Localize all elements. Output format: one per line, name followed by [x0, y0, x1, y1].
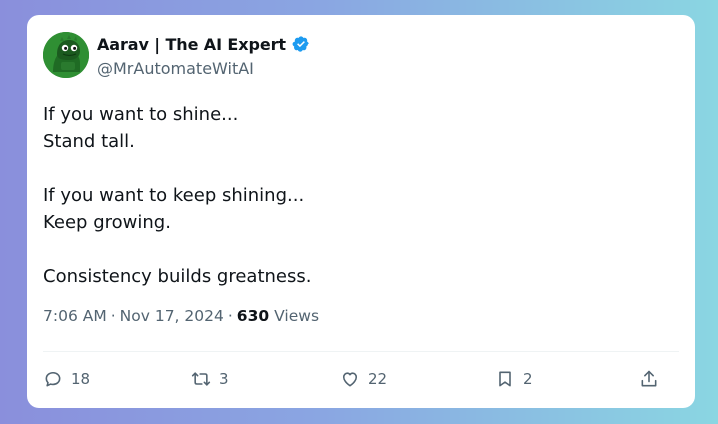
author-name-row: Aarav | The AI Expert [97, 33, 310, 55]
retweet-button[interactable]: 3 [191, 369, 229, 389]
like-count: 22 [368, 370, 388, 388]
avatar[interactable] [43, 32, 89, 78]
tweet-time[interactable]: 7:06 AM [43, 307, 107, 325]
tweet-line: Keep growing. [43, 212, 171, 233]
meta-separator: · [110, 307, 116, 325]
reply-button[interactable]: 18 [43, 369, 90, 389]
like-button[interactable]: 22 [340, 369, 387, 389]
tweet-meta: 7:06 AM · Nov 17, 2024 · 630 Views [43, 307, 319, 325]
author-name[interactable]: Aarav | The AI Expert [97, 35, 286, 54]
bookmark-button[interactable]: 2 [495, 369, 533, 389]
retweet-icon [191, 369, 211, 389]
share-icon [639, 369, 659, 389]
heart-icon [340, 369, 360, 389]
dinosaur-avatar-icon [43, 32, 89, 78]
tweet-line: If you want to keep shining... [43, 185, 305, 206]
divider [43, 351, 679, 352]
views-label: Views [274, 307, 320, 325]
action-bar: 18 3 22 2 [27, 369, 695, 393]
bookmark-count: 2 [523, 370, 533, 388]
share-button[interactable] [639, 369, 659, 389]
tweet-line: Stand tall. [43, 131, 135, 152]
tweet-line: Consistency builds greatness. [43, 266, 312, 287]
tweet-text: If you want to shine... Stand tall. If y… [43, 101, 663, 290]
meta-separator: · [227, 307, 233, 325]
tweet-date[interactable]: Nov 17, 2024 [120, 307, 224, 325]
tweet-line: If you want to shine... [43, 104, 239, 125]
tweet-card: Aarav | The AI Expert @MrAutomateWitAI I… [27, 15, 695, 408]
author-handle[interactable]: @MrAutomateWitAI [97, 59, 254, 78]
bookmark-icon [495, 369, 515, 389]
reply-count: 18 [71, 370, 91, 388]
reply-icon [43, 369, 63, 389]
verified-badge-icon [292, 35, 310, 53]
retweet-count: 3 [219, 370, 229, 388]
views-count: 630 [236, 307, 270, 325]
